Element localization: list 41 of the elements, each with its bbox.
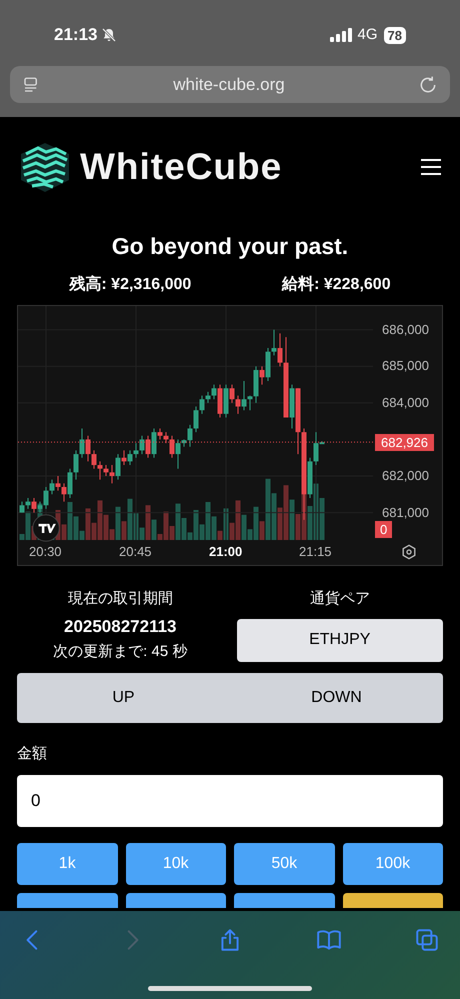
- period-value: 202508272113: [64, 616, 177, 638]
- pair-selector[interactable]: ETHJPY: [236, 618, 443, 662]
- clock: 21:13: [54, 24, 98, 46]
- amount-label: 金額: [17, 744, 47, 764]
- amount-preset-button[interactable]: 1k: [17, 843, 118, 885]
- balance-text: 給料: ¥228,600: [282, 274, 391, 295]
- network-label: 4G: [358, 24, 378, 45]
- current-price-tag: 682,926: [375, 434, 434, 452]
- hero-title: Go beyond your past.: [110, 232, 350, 261]
- reader-icon[interactable]: [22, 76, 40, 94]
- muted-bell-icon: [101, 27, 118, 43]
- tabs-icon[interactable]: [414, 927, 440, 953]
- price-tick-label: 685,000: [382, 359, 429, 372]
- time-tick-label: 21:00: [209, 542, 242, 561]
- price-tick-label: 686,000: [382, 322, 429, 336]
- amount-field[interactable]: 0: [17, 775, 443, 827]
- countdown-text: 次の更新まで: 45 秒: [53, 642, 188, 662]
- logo-badge-icon: [32, 514, 60, 542]
- time-tick-label: 21:15: [299, 542, 332, 561]
- settings-icon[interactable]: [401, 544, 417, 560]
- price-tick-label: 681,000: [382, 506, 429, 519]
- pair-label: 通貨ペア: [310, 589, 370, 609]
- price-tick-label: 684,000: [382, 396, 429, 409]
- amount-preset-button[interactable]: 50k: [234, 843, 334, 885]
- direction-option[interactable]: DOWN: [230, 672, 443, 722]
- period-label: 現在の取引期間: [68, 589, 173, 609]
- time-tick-label: 20:45: [119, 542, 152, 561]
- brand-name: WhiteCube: [80, 145, 282, 189]
- amount-preset-button[interactable]: 100k: [342, 843, 443, 885]
- url-text: white-cube.org: [173, 74, 285, 96]
- price-tick-label: 682,000: [382, 469, 429, 482]
- signal-icon: [330, 28, 352, 42]
- time-tick-label: 20:30: [29, 542, 62, 561]
- volume-tag: 0: [375, 521, 392, 538]
- amount-preset-button[interactable]: 10k: [126, 843, 226, 885]
- address-bar[interactable]: white-cube.org: [10, 66, 450, 103]
- battery-level: 78: [384, 26, 406, 44]
- menu-icon[interactable]: [420, 158, 442, 176]
- reload-icon[interactable]: [418, 74, 438, 94]
- direction-option[interactable]: UP: [17, 672, 230, 722]
- balance-text: 残高: ¥2,316,000: [69, 274, 192, 295]
